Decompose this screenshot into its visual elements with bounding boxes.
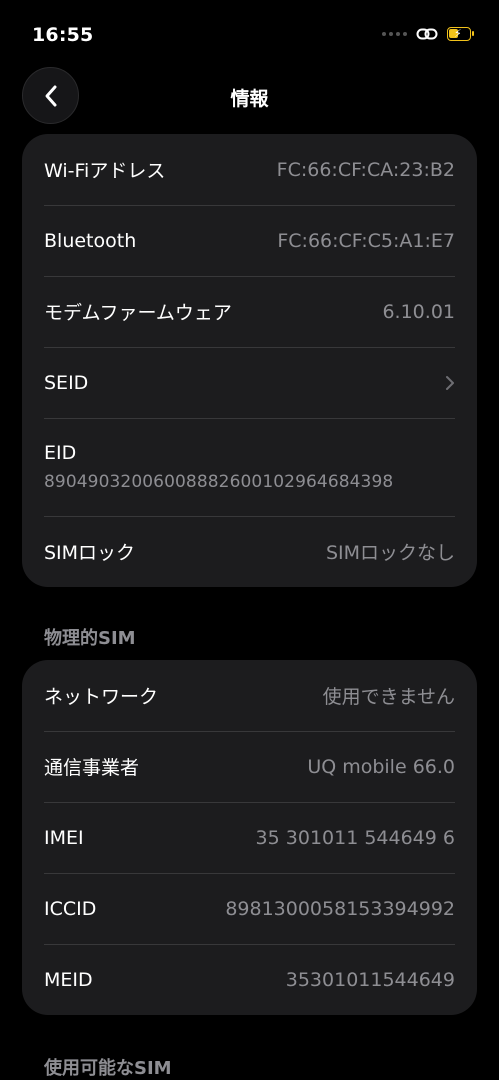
status-bar: 16:55 ⚡ bbox=[0, 0, 499, 70]
row-label: ICCID bbox=[44, 897, 97, 920]
status-icons: ⚡ bbox=[382, 26, 474, 42]
row-value: UQ mobile 66.0 bbox=[307, 755, 455, 778]
carrier-row[interactable]: 通信事業者 UQ mobile 66.0 bbox=[22, 731, 477, 802]
row-label: EID bbox=[44, 442, 77, 464]
row-label: モデムファームウェア bbox=[44, 302, 232, 324]
row-label: Wi-Fiアドレス bbox=[44, 160, 166, 182]
wifi-address-row[interactable]: Wi-Fiアドレス FC:66:CF:CA:23:B2 bbox=[22, 134, 477, 205]
sim-lock-row[interactable]: SIMロック SIMロックなし bbox=[22, 516, 477, 587]
bluetooth-row[interactable]: Bluetooth FC:66:CF:C5:A1:E7 bbox=[22, 205, 477, 276]
row-label: 通信事業者 bbox=[44, 757, 140, 779]
row-value: FC:66:CF:CA:23:B2 bbox=[276, 158, 455, 181]
row-value: 8981300058153394992 bbox=[225, 897, 455, 920]
imei-row[interactable]: IMEI 35 301011 544649 6 bbox=[22, 802, 477, 873]
iccid-row[interactable]: ICCID 8981300058153394992 bbox=[22, 873, 477, 944]
row-value: 6.10.01 bbox=[382, 300, 455, 323]
signal-icon bbox=[382, 32, 407, 36]
row-value: 35 301011 544649 6 bbox=[255, 826, 455, 849]
page-title: 情報 bbox=[230, 88, 269, 110]
physical-sim-header: 物理的SIM bbox=[44, 628, 136, 649]
row-label: SIMロック bbox=[44, 542, 136, 564]
row-label: ネットワーク bbox=[44, 686, 159, 708]
battery-icon: ⚡ bbox=[447, 27, 474, 41]
eid-value: 89049032006008882600102964684398 bbox=[44, 472, 394, 492]
eid-row[interactable]: EID 89049032006008882600102964684398 bbox=[22, 418, 477, 516]
row-label: Bluetooth bbox=[44, 229, 137, 252]
row-label: SEID bbox=[44, 371, 89, 394]
row-value: FC:66:CF:C5:A1:E7 bbox=[277, 229, 455, 252]
network-row[interactable]: ネットワーク 使用できません bbox=[22, 660, 477, 731]
row-value: 35301011544649 bbox=[285, 968, 455, 991]
status-time: 16:55 bbox=[32, 24, 94, 46]
row-label: IMEI bbox=[44, 826, 84, 849]
meid-row[interactable]: MEID 35301011544649 bbox=[22, 944, 477, 1015]
physical-sim-card: ネットワーク 使用できません 通信事業者 UQ mobile 66.0 IMEI… bbox=[22, 660, 477, 1015]
seid-row[interactable]: SEID bbox=[22, 347, 477, 418]
modem-firmware-row[interactable]: モデムファームウェア 6.10.01 bbox=[22, 276, 477, 347]
available-sim-header: 使用可能なSIM bbox=[44, 1058, 172, 1079]
row-label: MEID bbox=[44, 968, 93, 991]
chevron-right-icon bbox=[446, 375, 454, 390]
device-info-card: Wi-Fiアドレス FC:66:CF:CA:23:B2 Bluetooth FC… bbox=[22, 134, 477, 587]
link-icon bbox=[416, 28, 438, 40]
row-value: 使用できません bbox=[322, 686, 455, 708]
row-value: SIMロックなし bbox=[325, 542, 455, 564]
